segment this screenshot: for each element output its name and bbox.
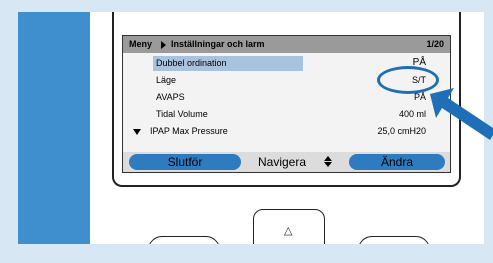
setting-label: Dubbel ordination xyxy=(156,58,227,68)
menu-header: Meny Inställningar och larm 1/20 xyxy=(123,36,450,53)
up-hardware-key[interactable]: △ xyxy=(253,209,325,244)
up-triangle-icon: △ xyxy=(284,225,293,237)
setting-label: Läge xyxy=(156,75,177,85)
navigera-label: Navigera xyxy=(258,155,307,169)
breadcrumb: Inställningar och larm xyxy=(171,39,265,49)
setting-value: 25,0 cmH20 xyxy=(377,126,426,136)
page-indicator: 1/20 xyxy=(426,39,444,49)
setting-label: IPAP Max Pressure xyxy=(150,126,228,136)
setting-row-ipap-max[interactable]: IPAP Max Pressure 25,0 cmH20 xyxy=(123,123,450,140)
left-hardware-key[interactable] xyxy=(148,236,220,244)
blue-panel: Meny Inställningar och larm 1/20 Dubbel … xyxy=(18,12,484,244)
up-down-arrows-icon xyxy=(324,155,332,169)
setting-row-tidal-volume[interactable]: Tidal Volume 400 ml xyxy=(123,106,450,123)
setting-label: AVAPS xyxy=(156,92,185,102)
triangle-down-icon xyxy=(133,129,141,135)
device-screen: Meny Inställningar och larm 1/20 Dubbel … xyxy=(122,35,451,173)
setting-label: Tidal Volume xyxy=(156,109,208,119)
menu-title: Meny xyxy=(129,39,153,49)
outer-frame: Meny Inställningar och larm 1/20 Dubbel … xyxy=(0,0,493,263)
triangle-right-icon xyxy=(161,41,166,49)
right-hardware-key[interactable] xyxy=(358,236,430,244)
andra-button[interactable]: Ändra xyxy=(349,154,445,170)
slutfor-button[interactable]: Slutför xyxy=(129,154,241,170)
softkey-bar: Slutför Navigera Ändra xyxy=(123,152,450,172)
blue-arrow-icon xyxy=(430,88,493,140)
screen-bezel: Meny Inställningar och larm 1/20 Dubbel … xyxy=(112,12,461,187)
